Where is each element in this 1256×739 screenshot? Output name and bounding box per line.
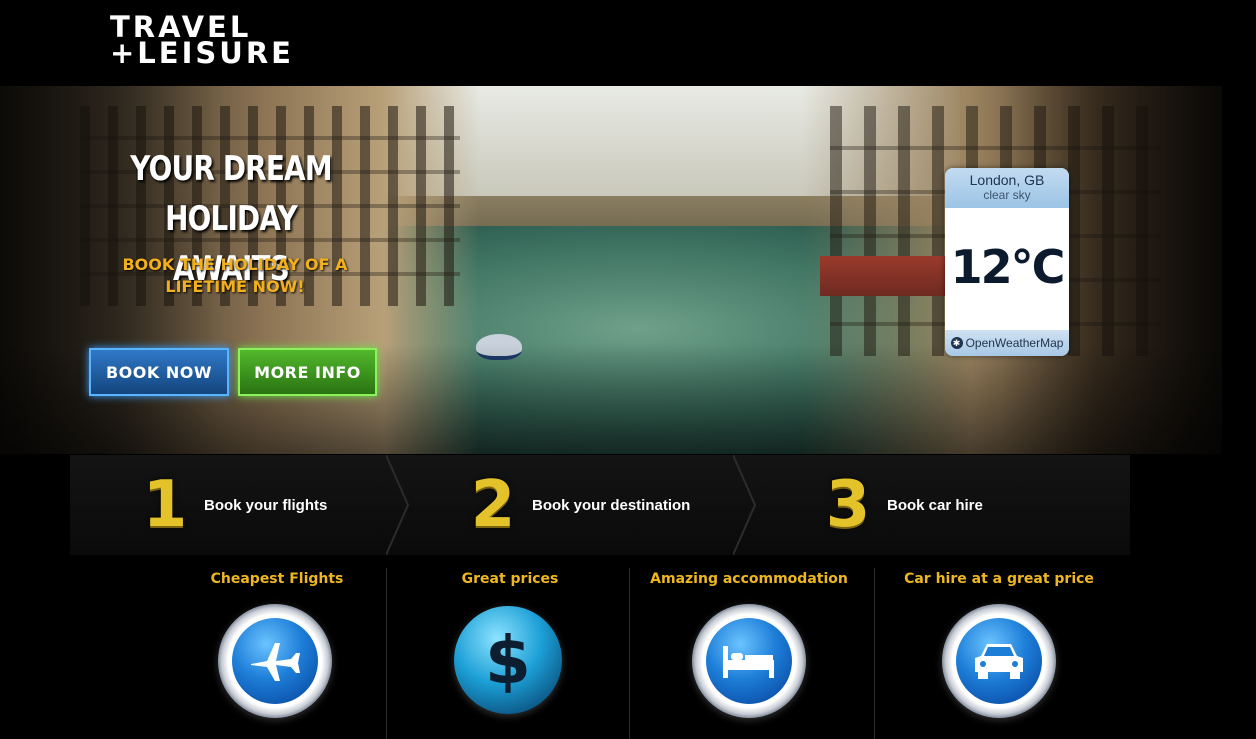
weather-city: London, GB	[969, 172, 1045, 188]
site-logo[interactable]: TRAVEL +LEISURE	[110, 13, 294, 70]
feature-title: Cheapest Flights	[210, 571, 344, 587]
feature-divider	[874, 568, 875, 739]
book-now-button[interactable]: BOOK NOW	[89, 348, 229, 396]
step-label: Book your flights	[204, 496, 328, 514]
feature-amazing-accommodation[interactable]: Amazing accommodation	[627, 556, 871, 739]
weather-temperature: 12°C	[950, 240, 1066, 294]
dollar-icon[interactable]: $	[454, 606, 562, 714]
features-row: Cheapest Flights Great prices $ Amazing …	[155, 556, 1125, 739]
airplane-icon[interactable]	[218, 604, 332, 718]
bed-icon[interactable]	[692, 604, 806, 718]
weather-widget: London, GB clear sky 12°C ✱ OpenWeatherM…	[945, 168, 1069, 356]
step-divider-chevron-icon	[386, 455, 410, 555]
feature-title: Car hire at a great price	[904, 571, 1094, 587]
car-icon[interactable]	[942, 604, 1056, 718]
hero-subheadline-line-1: BOOK THE HOLIDAY OF A	[122, 255, 348, 274]
hero-headline-line-1: YOUR DREAM HOLIDAY	[130, 149, 332, 239]
feature-divider	[386, 568, 387, 739]
weather-condition: clear sky	[983, 188, 1031, 202]
hero-subheadline-line-2: LIFETIME NOW!	[165, 277, 305, 296]
feature-title: Great prices	[461, 571, 559, 587]
weather-provider: OpenWeatherMap	[965, 336, 1064, 350]
feature-car-hire[interactable]: Car hire at a great price	[877, 556, 1121, 739]
step-divider-chevron-icon	[733, 455, 757, 555]
logo-line-2: +LEISURE	[110, 36, 294, 70]
step-2[interactable]: 2 Book your destination	[470, 455, 691, 555]
hero-subheadline: BOOK THE HOLIDAY OF A LIFETIME NOW!	[90, 254, 380, 298]
more-info-button[interactable]: MORE INFO	[238, 348, 377, 396]
step-label: Book your destination	[532, 496, 691, 514]
step-number: 3	[825, 468, 871, 542]
feature-cheapest-flights[interactable]: Cheapest Flights	[155, 556, 399, 739]
step-1[interactable]: 1 Book your flights	[142, 455, 328, 555]
feature-title: Amazing accommodation	[650, 571, 848, 587]
step-number: 1	[142, 468, 188, 542]
step-label: Book car hire	[887, 496, 983, 514]
openweathermap-icon: ✱	[950, 337, 963, 349]
step-number: 2	[470, 468, 516, 542]
booking-steps: 1 Book your flights 2 Book your destinat…	[70, 455, 1130, 555]
feature-great-prices[interactable]: Great prices $	[388, 556, 632, 739]
step-3[interactable]: 3 Book car hire	[825, 455, 983, 555]
weather-header: London, GB clear sky	[945, 168, 1069, 208]
weather-provider-link[interactable]: ✱ OpenWeatherMap	[945, 330, 1069, 356]
